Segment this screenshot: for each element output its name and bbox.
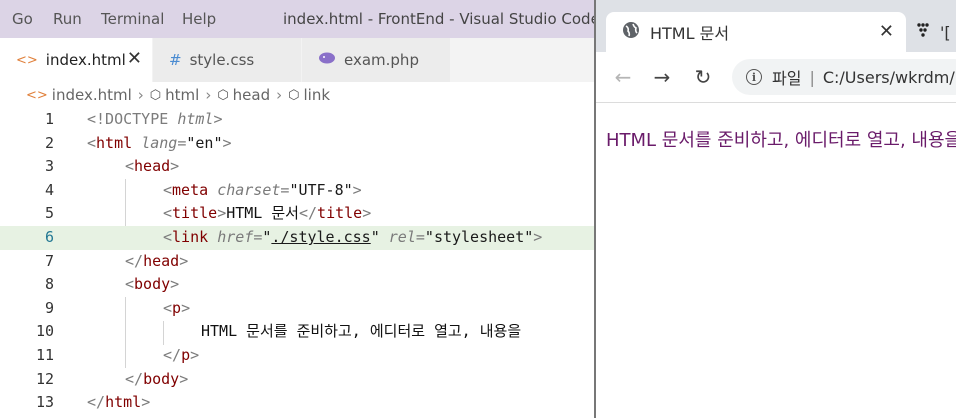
info-icon[interactable]: i (746, 69, 762, 85)
breadcrumb-item-file[interactable]: index.html (52, 86, 132, 104)
code-line: 5 <title>HTML 문서</title> (0, 202, 596, 226)
code-line: 1 <!DOCTYPE html> (0, 108, 596, 132)
window-title: index.html - FrontEnd - Visual Studio Co… (283, 10, 596, 28)
code-line: 7 </head> (0, 250, 596, 274)
code-line: 4 <meta charset="UTF-8"> (0, 179, 596, 203)
tab-label: exam.php (344, 51, 419, 69)
chevron-right-icon: › (276, 86, 283, 104)
line-number: 12 (35, 369, 54, 388)
code-text: <!DOCTYPE html> (87, 110, 223, 128)
code-line: 11 </p> (0, 344, 596, 368)
code-text: <meta charset="UTF-8"> (163, 180, 362, 199)
editor-tab-bar: <> index.html ✕ # style.css exam.php (0, 38, 596, 82)
code-line: 10 HTML 문서를 준비하고, 에디터로 열고, 내용을 (0, 320, 596, 344)
title-bar: Go Run Terminal Help index.html - FrontE… (0, 0, 596, 38)
line-number: 4 (44, 180, 54, 199)
app-icon (916, 22, 930, 42)
globe-icon (622, 21, 640, 43)
address-bar[interactable]: i 파일 | C:/Users/wkrdm/ (732, 59, 956, 95)
code-text: </html> (87, 393, 151, 412)
tab-label: style.css (189, 51, 255, 69)
reload-icon[interactable]: ↻ (691, 65, 715, 89)
forward-arrow-icon[interactable]: → (650, 65, 674, 89)
tab-exam-php[interactable]: exam.php (302, 38, 450, 82)
code-text: <title>HTML 문서</title> (163, 204, 372, 223)
line-number: 10 (35, 322, 54, 341)
code-line: 12 </body> (0, 368, 596, 392)
browser-tab-active[interactable]: HTML 문서 ✕ (606, 12, 906, 52)
code-text: </p> (163, 346, 200, 364)
line-number: 3 (44, 157, 54, 176)
code-text: HTML 문서를 준비하고, 에디터로 열고, 내용을 (201, 322, 522, 341)
cube-icon: ⬡ (288, 87, 300, 103)
html-file-icon: <> (16, 52, 38, 68)
code-text: <body> (125, 275, 180, 294)
menu-help[interactable]: Help (182, 0, 216, 38)
browser-tab-title: HTML 문서 (650, 24, 730, 43)
code-text: <link href="./style.css" rel="stylesheet… (163, 228, 543, 246)
css-file-icon: # (169, 51, 182, 69)
line-number: 9 (44, 298, 54, 317)
line-number: 8 (44, 275, 54, 294)
cube-icon: ⬡ (149, 87, 162, 103)
code-line: 3 <head> (0, 155, 596, 179)
divider: | (809, 67, 815, 87)
code-text: <html lang="en"> (87, 133, 232, 152)
back-arrow-icon[interactable]: ← (611, 65, 635, 89)
code-line-current: 6 <link href="./style.css" rel="styleshe… (0, 226, 596, 250)
cube-icon: ⬡ (217, 87, 229, 103)
code-text: </body> (125, 369, 189, 388)
code-text: <p> (163, 298, 191, 317)
chevron-right-icon: › (137, 86, 144, 104)
address-url: C:/Users/wkrdm/ (822, 67, 955, 87)
chevron-right-icon: › (205, 86, 212, 104)
browser-tab-inactive[interactable]: '[ (916, 12, 956, 52)
code-text: </head> (125, 251, 189, 270)
vscode-window: Go Run Terminal Help index.html - FrontE… (0, 0, 596, 418)
tab-label: index.html (45, 51, 126, 69)
code-editor[interactable]: 1 <!DOCTYPE html> 2 <html lang="en"> 3 <… (0, 108, 596, 418)
line-number: 2 (44, 133, 54, 152)
breadcrumb-item-head[interactable]: head (233, 86, 270, 104)
code-line: 2 <html lang="en"> (0, 132, 596, 156)
code-line: 9 <p> (0, 297, 596, 321)
breadcrumb: <> index.html › ⬡ html › ⬡ head › ⬡ link (0, 82, 596, 108)
file-link[interactable]: ./style.css (271, 228, 370, 246)
line-number: 1 (44, 110, 54, 128)
tab-index-html[interactable]: <> index.html ✕ (0, 38, 152, 82)
menu-run[interactable]: Run (53, 0, 82, 38)
menu-go[interactable]: Go (12, 0, 33, 38)
line-number: 6 (44, 228, 54, 246)
menu-terminal[interactable]: Terminal (101, 0, 164, 38)
browser-tab-strip: HTML 문서 ✕ '[ (596, 0, 956, 52)
breadcrumb-item-html[interactable]: html (165, 86, 199, 104)
php-file-icon (318, 52, 336, 68)
line-number: 13 (35, 393, 54, 412)
browser-tab-title: '[ (940, 22, 951, 42)
page-paragraph: HTML 문서를 준비하고, 에디터로 열고, 내용을 (606, 130, 956, 151)
html-file-icon: <> (26, 87, 48, 103)
code-line: 13 </html> (0, 391, 596, 415)
code-line: 8 <body> (0, 273, 596, 297)
close-icon[interactable]: ✕ (879, 21, 894, 42)
tab-style-css[interactable]: # style.css (153, 38, 301, 82)
line-number: 5 (44, 204, 54, 223)
code-text: <head> (125, 157, 180, 176)
address-scheme-label: 파일 (772, 69, 802, 88)
close-icon[interactable]: ✕ (127, 49, 142, 69)
line-number: 7 (44, 251, 54, 270)
browser-window: HTML 문서 ✕ '[ ← → ↻ i 파일 | C:/Users/wkrdm… (594, 0, 956, 418)
browser-toolbar: ← → ↻ i 파일 | C:/Users/wkrdm/ (596, 52, 956, 103)
breadcrumb-item-link[interactable]: link (303, 86, 330, 104)
line-number: 11 (35, 346, 54, 364)
